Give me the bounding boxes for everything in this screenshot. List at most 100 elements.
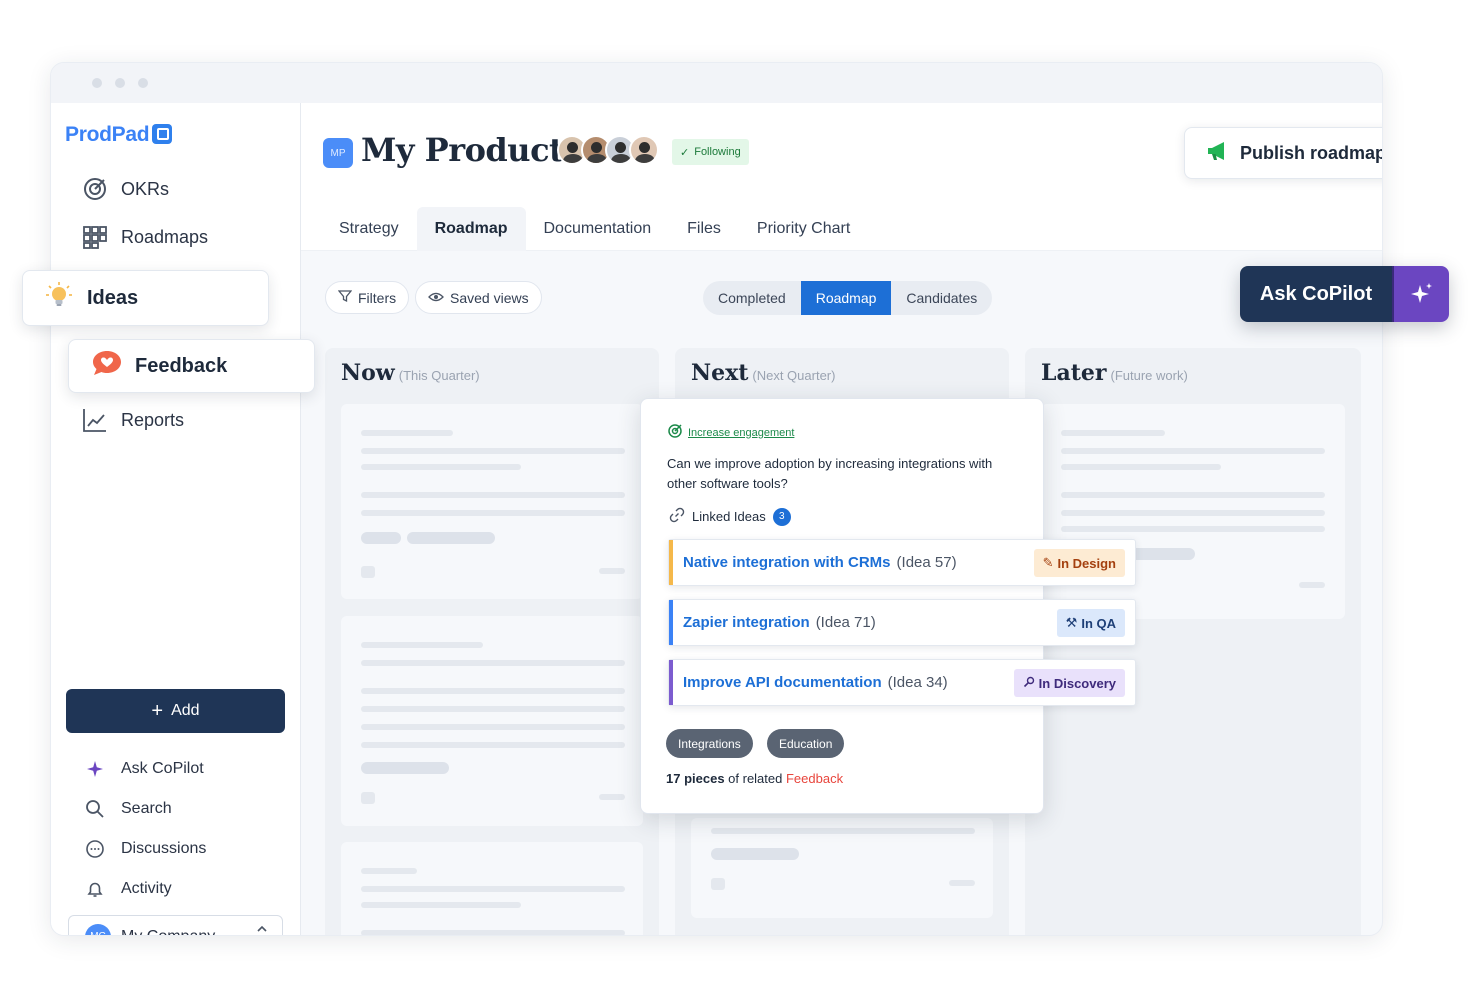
- prodpad-logo[interactable]: ProdPad: [65, 123, 173, 147]
- sidebar-search[interactable]: Search: [81, 795, 172, 823]
- lightbulb-icon: [45, 281, 73, 315]
- idea-number: (Idea 71): [815, 614, 876, 631]
- roadmap-grid-icon: [81, 223, 109, 251]
- linked-idea-row[interactable]: Zapier integration (Idea 71) ⚒ In QA: [668, 599, 1136, 646]
- add-button[interactable]: + Add: [66, 689, 285, 733]
- eye-icon: [428, 290, 444, 306]
- following-badge[interactable]: ✓ Following: [672, 139, 749, 165]
- chevron-updown-icon: [256, 924, 268, 935]
- followers-avatars[interactable]: [557, 135, 659, 165]
- okr-target-icon: [667, 423, 683, 442]
- window-titlebar: [51, 63, 1382, 103]
- logo-mark-icon: [152, 124, 173, 144]
- magnifier-icon: [1023, 676, 1035, 691]
- tag-education[interactable]: Education: [767, 729, 845, 758]
- publish-roadmap-button[interactable]: Publish roadmap: [1184, 127, 1382, 179]
- plus-icon: +: [151, 700, 164, 722]
- segment-candidates[interactable]: Candidates: [891, 281, 992, 315]
- placeholder-card: [1041, 404, 1345, 619]
- related-text: of related: [724, 771, 786, 786]
- idea-title[interactable]: Improve API documentation: [683, 674, 882, 691]
- segment-completed[interactable]: Completed: [703, 281, 801, 315]
- check-icon: ✓: [680, 146, 690, 159]
- sidebar-ask-copilot[interactable]: Ask CoPilot: [81, 755, 204, 783]
- bell-icon: [81, 875, 109, 903]
- column-now: Now (This Quarter): [325, 348, 659, 935]
- sidebar-item-label: Reports: [121, 409, 185, 430]
- avatar: [629, 135, 659, 165]
- tab-priority-chart[interactable]: Priority Chart: [739, 207, 868, 251]
- tab-bar: Strategy Roadmap Documentation Files Pri…: [321, 207, 868, 251]
- linked-idea-row[interactable]: Native integration with CRMs (Idea 57) ✎…: [668, 539, 1136, 586]
- segment-roadmap[interactable]: Roadmap: [800, 281, 892, 315]
- column-title: Next (Next Quarter): [691, 360, 836, 386]
- linked-count-badge: 3: [772, 507, 791, 526]
- card-question: Can we improve adoption by increasing in…: [667, 456, 993, 491]
- sidebar-item-label: OKRs: [121, 178, 170, 199]
- column-title: Later (Future work): [1041, 360, 1188, 386]
- tab-roadmap[interactable]: Roadmap: [416, 207, 526, 251]
- okr-link[interactable]: Increase engagement: [667, 423, 794, 442]
- tag-integrations[interactable]: Integrations: [666, 729, 753, 758]
- ask-copilot-button[interactable]: Ask CoPilot: [1240, 266, 1449, 322]
- sidebar-item-label: Roadmaps: [121, 226, 209, 247]
- tab-files[interactable]: Files: [669, 207, 739, 251]
- column-subtitle: (This Quarter): [398, 368, 480, 383]
- tab-documentation[interactable]: Documentation: [526, 207, 670, 251]
- reports-chart-icon: [81, 406, 109, 434]
- status-badge[interactable]: ⚒ In QA: [1056, 609, 1125, 637]
- linked-ideas-header[interactable]: Linked Ideas 3: [669, 507, 791, 526]
- sparkle-icon: [81, 755, 109, 783]
- pencil-icon: ✎: [1042, 555, 1054, 570]
- sidebar-item-feedback[interactable]: Feedback: [68, 339, 315, 393]
- okr-target-icon: [81, 175, 109, 203]
- feedback-bubble-icon: [91, 349, 123, 383]
- idea-number: (Idea 57): [896, 554, 957, 571]
- idea-title[interactable]: Native integration with CRMs: [683, 554, 891, 571]
- status-badge[interactable]: In Discovery: [1013, 669, 1125, 697]
- product-header: MP My Product ✓ Following Publish roadma…: [301, 103, 1382, 251]
- column-subtitle: (Next Quarter): [752, 368, 836, 383]
- idea-accent-bar: [669, 540, 673, 585]
- column-title: Now (This Quarter): [341, 360, 480, 386]
- link-icon: [669, 507, 685, 526]
- sidebar-item-reports[interactable]: Reports: [81, 406, 184, 434]
- saved-views-button[interactable]: Saved views: [415, 281, 542, 314]
- related-feedback: 17 pieces of related Feedback: [666, 771, 843, 786]
- window-dot: [115, 78, 125, 88]
- chat-bubble-icon: [81, 835, 109, 863]
- company-name: My Company: [121, 927, 216, 936]
- view-segmented-control: Completed Roadmap Candidates: [703, 281, 993, 315]
- window-dot: [92, 78, 102, 88]
- filter-funnel-icon: [337, 289, 353, 306]
- placeholder-card: [341, 842, 643, 935]
- column-subtitle: (Future work): [1110, 368, 1188, 383]
- sidebar-discussions[interactable]: Discussions: [81, 835, 206, 863]
- idea-accent-bar: [669, 660, 673, 705]
- page-title: My Product: [361, 131, 564, 169]
- placeholder-card: [691, 818, 993, 918]
- feedback-link[interactable]: Feedback: [786, 771, 843, 786]
- sidebar-item-roadmaps[interactable]: Roadmaps: [81, 223, 208, 251]
- sidebar: ProdPad OKRs Roadmaps Reports + Add Ask …: [51, 103, 301, 935]
- tab-strategy[interactable]: Strategy: [321, 207, 417, 251]
- placeholder-card: [341, 404, 643, 599]
- sidebar-item-okrs[interactable]: OKRs: [81, 175, 169, 203]
- company-avatar: MC: [85, 923, 111, 935]
- linked-idea-row[interactable]: Improve API documentation (Idea 34) In D…: [668, 659, 1136, 706]
- status-badge[interactable]: ✎ In Design: [1033, 549, 1125, 577]
- megaphone-icon: [1206, 140, 1230, 167]
- idea-number: (Idea 34): [887, 674, 948, 691]
- sparkle-icon: [1392, 266, 1449, 322]
- idea-accent-bar: [669, 600, 673, 645]
- search-icon: [81, 795, 109, 823]
- product-badge: MP: [323, 138, 353, 168]
- related-count: 17 pieces: [666, 771, 725, 786]
- tools-icon: ⚒: [1065, 615, 1078, 630]
- filters-button[interactable]: Filters: [325, 281, 410, 314]
- sidebar-item-ideas[interactable]: Ideas: [22, 270, 269, 326]
- sidebar-activity[interactable]: Activity: [81, 875, 172, 903]
- placeholder-card: [341, 616, 643, 826]
- idea-title[interactable]: Zapier integration: [683, 614, 810, 631]
- company-switcher[interactable]: MC My Company: [68, 915, 283, 936]
